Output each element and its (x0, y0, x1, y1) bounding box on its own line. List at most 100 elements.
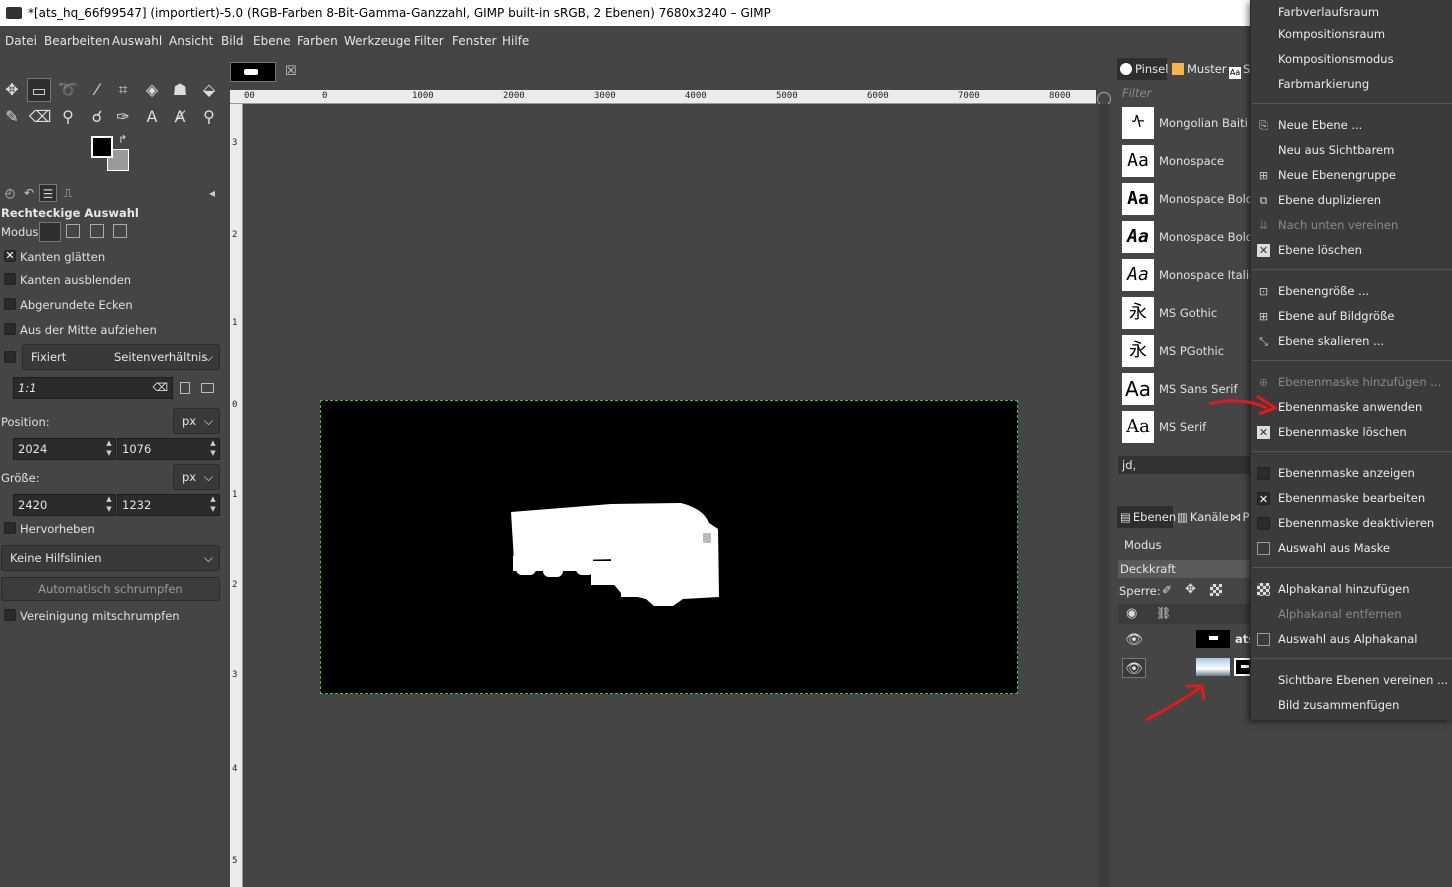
bucket-fill-icon[interactable]: ⬙ (197, 78, 221, 102)
clear-icon[interactable]: ⌫ (152, 378, 168, 398)
list-item[interactable]: Aa Monospace Bold (1118, 180, 1258, 218)
menu-item-alphakanal-entfernen[interactable]: Alphakanal entfernen (1250, 602, 1452, 627)
layer-row[interactable]: 👁 (1118, 654, 1258, 682)
position-x-input[interactable]: 2024 (13, 438, 116, 460)
tab-pinsel[interactable]: Pinsel (1117, 58, 1168, 80)
shrink-merged-checkbox[interactable] (4, 609, 16, 621)
list-item[interactable]: 永 MS Gothic (1118, 294, 1258, 332)
tab-muster[interactable]: Muster (1169, 58, 1227, 80)
lock-position-icon[interactable]: ✥ (1185, 582, 1196, 597)
menu-item-ebene-duplizieren[interactable]: ⧉ Ebene duplizieren (1250, 188, 1452, 213)
rounded-corners-checkbox[interactable] (4, 298, 16, 310)
menu-item-neu-aus-sichtbarem[interactable]: Neu aus Sichtbarem (1250, 138, 1452, 163)
menu-fenster[interactable]: Fenster (452, 26, 497, 56)
menu-item-ebene-auf-bildgroesse[interactable]: ⊞ Ebene auf Bildgröße (1250, 304, 1452, 329)
horizontal-ruler[interactable]: 00 0 1000 2000 3000 4000 5000 6000 7000 … (230, 90, 1096, 104)
menu-item-ebenenmaske-loeschen[interactable]: ✕ Ebenenmaske löschen (1250, 420, 1452, 445)
menu-item-neue-ebenengruppe[interactable]: ⊞ Neue Ebenengruppe (1250, 163, 1452, 188)
font-filter-input[interactable]: Filter (1118, 84, 1258, 102)
menu-farben[interactable]: Farben (297, 26, 338, 56)
menu-item-sichtbare-ebenen-vereinen[interactable]: Sichtbare Ebenen vereinen ... (1250, 668, 1452, 693)
menu-item-ebenenmaske-bearbeiten[interactable]: ✕ Ebenenmaske bearbeiten (1250, 486, 1452, 511)
menu-hilfe[interactable]: Hilfe (502, 26, 529, 56)
transform-icon[interactable]: ◈ (140, 78, 164, 102)
menu-bearbeiten[interactable]: Bearbeiten (44, 26, 110, 56)
antialias-checkbox[interactable]: ✕ (4, 250, 16, 262)
menu-item-ebenenmaske-anzeigen[interactable]: Ebenenmaske anzeigen (1250, 461, 1452, 486)
position-y-input[interactable]: 1076 (117, 438, 220, 460)
menu-item-ebene-loeschen[interactable]: ✕ Ebene löschen (1250, 238, 1452, 263)
layer-opacity-slider[interactable]: Deckkraft (1118, 560, 1258, 578)
mode-intersect-icon[interactable] (113, 224, 127, 238)
size-unit-combo[interactable]: px ⌵ (173, 464, 220, 490)
panel-menu-icon[interactable]: ◂ (203, 184, 221, 202)
menu-item-ebenenmaske-deaktivieren[interactable]: Ebenenmaske deaktivieren (1250, 511, 1452, 536)
menu-item-kompositionsraum[interactable]: Kompositionsraum (1250, 22, 1452, 47)
layer-mode-combo[interactable]: Modus (1118, 534, 1258, 556)
menu-item-farbmarkierung[interactable]: Farbmarkierung (1250, 72, 1452, 97)
size-w-spin[interactable]: ▲ ▼ (104, 494, 114, 516)
tab-pfade[interactable]: ⋈P (1229, 506, 1251, 528)
mode-subtract-icon[interactable] (90, 224, 104, 238)
menu-item-alphakanal-hinzufuegen[interactable]: Alphakanal hinzufügen (1250, 577, 1452, 602)
menu-item-ebene-skalieren[interactable]: ⤡ Ebene skalieren ... (1250, 329, 1452, 354)
close-icon[interactable]: ☒ (285, 64, 297, 79)
lock-alpha-icon[interactable] (1210, 584, 1222, 596)
landscape-icon[interactable] (201, 383, 214, 393)
swap-colors-icon[interactable]: ↱ (118, 133, 127, 146)
paintbrush-icon[interactable]: ✎ (0, 105, 24, 129)
crop-icon[interactable]: ⌗ (111, 78, 135, 102)
vertical-ruler[interactable]: 3 2 1 0 1 2 3 4 5 (230, 104, 243, 887)
lasso-icon[interactable]: ➰ (56, 78, 80, 102)
size-w-input[interactable]: 2420 (13, 494, 116, 516)
eraser-icon[interactable]: ⌫ (28, 105, 52, 129)
feather-checkbox[interactable] (4, 273, 16, 285)
menu-item-kompositionsmodus[interactable]: Kompositionsmodus (1250, 47, 1452, 72)
color-picker-icon[interactable]: Ⱥ (168, 105, 192, 129)
device-status-tab-icon[interactable]: ☰ (39, 184, 57, 202)
menu-filter[interactable]: Filter (414, 26, 444, 56)
zoom-icon[interactable]: ⚲ (197, 105, 221, 129)
rect-select-icon[interactable]: ▭ (27, 78, 51, 102)
list-item[interactable]: Aa Monospace Italic (1118, 256, 1258, 294)
menu-ebene[interactable]: Ebene (253, 26, 291, 56)
vertical-scrollbar[interactable] (1098, 104, 1110, 887)
smudge-icon[interactable]: ☌ (85, 105, 109, 129)
layer-row[interactable]: 👁 ats (1118, 626, 1258, 654)
tab-schriften[interactable]: Aa S (1227, 58, 1250, 80)
menu-ansicht[interactable]: Ansicht (169, 26, 213, 56)
size-h-input[interactable]: 1232 (117, 494, 220, 516)
size-h-spin[interactable]: ▲ ▼ (208, 494, 218, 516)
lock-pixels-icon[interactable]: ✐ (1162, 583, 1172, 597)
menu-item-nach-unten-vereinen[interactable]: ⇊ Nach unten vereinen (1250, 213, 1452, 238)
fixed-checkbox[interactable] (4, 351, 16, 363)
position-y-spin[interactable]: ▲ ▼ (208, 438, 218, 460)
list-item[interactable]: ᠰ Mongolian Baiti (1118, 104, 1258, 142)
ratio-input[interactable]: 1:1 ⌫ (13, 377, 173, 399)
tab-kanaele[interactable]: ▥ Kanäle (1175, 506, 1229, 528)
tool-options-tab-icon[interactable]: ◴ (1, 184, 19, 202)
menu-item-ebenengroesse[interactable]: ⊡ Ebenengröße ... (1250, 279, 1452, 304)
tab-ebenen[interactable]: ▤ Ebenen (1117, 506, 1176, 528)
auto-shrink-button[interactable]: Automatisch schrumpfen (1, 577, 220, 601)
fixed-combo[interactable]: Fixiert Seitenverhältnis ⌵ (22, 344, 220, 370)
highlight-checkbox[interactable] (4, 522, 16, 534)
menu-item-auswahl-aus-maske[interactable]: Auswahl aus Maske (1250, 536, 1452, 561)
font-entry-input[interactable]: jd, (1118, 456, 1258, 474)
mode-replace-icon[interactable] (39, 222, 61, 242)
position-unit-combo[interactable]: px ⌵ (173, 408, 220, 434)
eye-icon[interactable]: 👁 (1122, 630, 1146, 650)
guides-combo[interactable]: Keine Hilfslinien ⌵ (1, 545, 220, 571)
fuzzy-select-icon[interactable]: ⁄ (85, 78, 109, 102)
list-item[interactable]: Aa Monospace Bold I (1118, 218, 1260, 256)
images-tab-icon[interactable]: ⎍ (59, 184, 77, 202)
text-icon[interactable]: A (140, 105, 164, 129)
menu-item-neue-ebene[interactable]: ⎘ Neue Ebene ... (1250, 113, 1452, 138)
list-item[interactable]: Aa Monospace (1118, 142, 1258, 180)
list-item[interactable]: 永 MS PGothic (1118, 332, 1258, 370)
paths-icon[interactable]: ✑ (111, 105, 135, 129)
move-icon[interactable]: ✥ (0, 78, 24, 102)
portrait-icon[interactable] (180, 382, 190, 394)
image-tab-thumbnail[interactable] (230, 62, 276, 82)
eye-icon[interactable]: 👁 (1122, 658, 1146, 678)
